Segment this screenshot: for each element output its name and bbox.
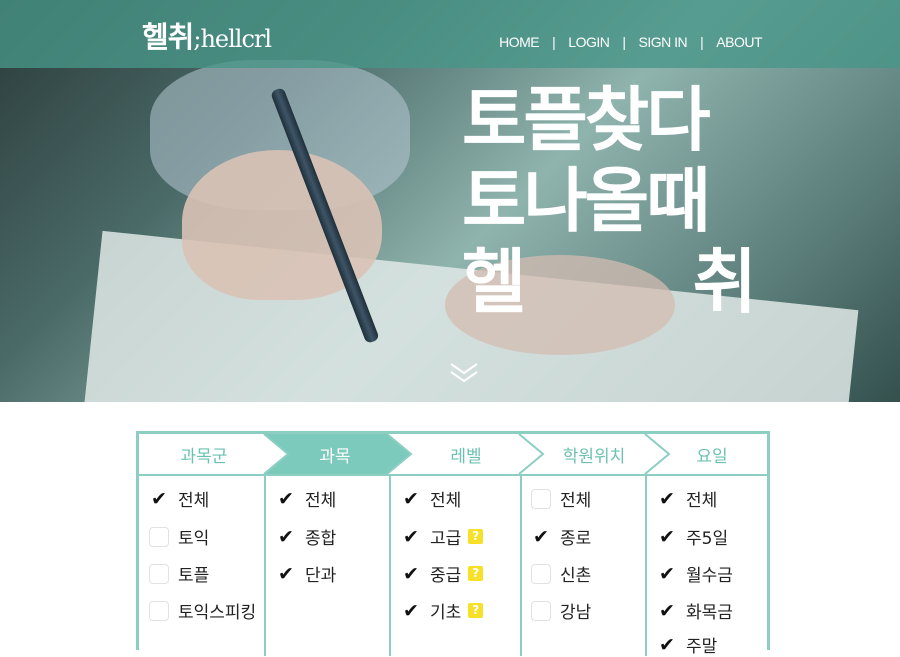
checkbox-empty[interactable] xyxy=(531,600,551,621)
main-nav: HOME | LOGIN | SIGN IN | ABOUT xyxy=(499,34,762,50)
filter-option[interactable]: ✔ 단과 xyxy=(276,561,337,587)
headline-word-chwi: 취 xyxy=(692,241,757,323)
checkmark-icon[interactable]: ✔ xyxy=(657,526,677,548)
filter-option[interactable]: ✔ 고급? xyxy=(401,524,484,549)
filter-option-label: 토익스피킹 xyxy=(178,603,257,623)
headline-line-1: 토플찾다 xyxy=(462,79,711,161)
filter-option-label: 전체 xyxy=(686,491,718,511)
checkbox-empty[interactable] xyxy=(149,526,169,547)
headline-line-2: 토나올때 xyxy=(462,160,711,242)
help-icon[interactable]: ? xyxy=(468,603,484,618)
filter-option[interactable]: ✔ 주말 xyxy=(657,632,717,657)
filter-option[interactable]: 토익스피킹 xyxy=(149,598,256,623)
filter-option-label: 전체 xyxy=(305,491,337,511)
checkmark-icon[interactable]: ✔ xyxy=(276,488,296,510)
filter-option[interactable]: ✔ 화목금 xyxy=(657,598,733,624)
nav-about-link[interactable]: ABOUT xyxy=(716,34,762,50)
checkmark-icon[interactable]: ✔ xyxy=(149,488,169,510)
filter-option-label: 전체 xyxy=(178,491,210,511)
nav-login-link[interactable]: LOGIN xyxy=(568,34,610,50)
filter-option-label: 주말 xyxy=(686,637,718,657)
checkbox-empty[interactable] xyxy=(531,488,551,509)
logo-sub-text: ;hellcrl xyxy=(193,25,272,53)
nav-separator: | xyxy=(552,34,556,50)
checkmark-icon[interactable]: ✔ xyxy=(531,526,551,548)
filter-option-label: 중급 xyxy=(430,566,462,586)
help-icon[interactable]: ? xyxy=(468,529,484,544)
nav-separator: | xyxy=(622,34,626,50)
filter-option[interactable]: ✔ 종합 xyxy=(276,524,337,550)
filter-option[interactable]: ✔ 월수금 xyxy=(657,561,733,587)
headline-word-hel: 헬 xyxy=(462,241,526,323)
filter-option-label: 전체 xyxy=(560,491,592,511)
filter-option[interactable]: ✔ 기초? xyxy=(401,598,484,623)
site-logo[interactable]: 헬취;hellcrl xyxy=(142,14,272,56)
filter-option-label: 주5일 xyxy=(686,529,729,549)
nav-separator: | xyxy=(700,34,704,50)
hero-banner: 헬취;hellcrl HOME | LOGIN | SIGN IN | ABOU… xyxy=(0,0,900,402)
checkmark-icon[interactable]: ✔ xyxy=(276,526,296,548)
filter-option-label: 신촌 xyxy=(560,566,592,586)
filter-option-label: 화목금 xyxy=(686,603,733,623)
filter-option[interactable]: 토익 xyxy=(149,524,209,549)
checkbox-empty[interactable] xyxy=(149,600,169,621)
checkmark-icon[interactable]: ✔ xyxy=(657,488,677,510)
filter-option[interactable]: 토플 xyxy=(149,561,209,586)
filter-option-label: 토익 xyxy=(178,529,210,549)
checkmark-icon[interactable]: ✔ xyxy=(657,563,677,585)
filter-option-label: 전체 xyxy=(430,491,462,511)
filter-option-label: 종로 xyxy=(560,529,592,549)
filter-option[interactable]: ✔ 전체 xyxy=(657,486,718,512)
checkmark-icon[interactable]: ✔ xyxy=(401,563,421,585)
checkmark-icon[interactable]: ✔ xyxy=(401,526,421,548)
nav-signin-link[interactable]: SIGN IN xyxy=(639,34,688,50)
tab-weekday[interactable]: 요일 xyxy=(659,434,765,474)
filter-option[interactable]: 신촌 xyxy=(531,561,591,586)
filter-option-label: 강남 xyxy=(560,603,592,623)
checkmark-icon[interactable]: ✔ xyxy=(401,488,421,510)
filter-option-label: 토플 xyxy=(178,566,210,586)
headline-line-3: 헬 취 xyxy=(462,241,757,323)
filter-option[interactable]: 전체 xyxy=(531,486,591,511)
filter-option[interactable]: ✔ 중급? xyxy=(401,561,484,586)
top-navigation-bar: 헬취;hellcrl HOME | LOGIN | SIGN IN | ABOU… xyxy=(0,0,900,68)
tab-location[interactable]: 학원위치 xyxy=(529,434,659,474)
filter-panel: 과목군 과목 레벨 학원위치 요일 ✔ 전체 토익 토플 토익스피킹 ✔ 전체 ✔ 종합 ✔ 단과 ✔… xyxy=(136,431,770,657)
hero-headline: 토플찾다 토나올때 헬 취 xyxy=(462,80,762,323)
help-icon[interactable]: ? xyxy=(468,566,484,581)
checkmark-icon[interactable]: ✔ xyxy=(401,600,421,622)
filter-option-label: 고급 xyxy=(430,529,462,549)
tab-level[interactable]: 레벨 xyxy=(401,434,531,474)
filter-option[interactable]: ✔ 종로 xyxy=(531,524,592,550)
filter-option[interactable]: ✔ 전체 xyxy=(149,486,210,512)
checkbox-empty[interactable] xyxy=(149,563,169,584)
checkmark-icon[interactable]: ✔ xyxy=(657,600,677,622)
filter-option-label: 종합 xyxy=(305,529,337,549)
tab-subject-group[interactable]: 과목군 xyxy=(139,434,269,474)
filter-option[interactable]: ✔ 전체 xyxy=(401,486,462,512)
checkmark-icon[interactable]: ✔ xyxy=(657,634,677,656)
logo-main-text: 헬취 xyxy=(142,20,194,54)
checkbox-empty[interactable] xyxy=(531,563,551,584)
filter-option[interactable]: ✔ 전체 xyxy=(276,486,337,512)
double-chevron-down-icon[interactable] xyxy=(449,361,479,385)
filter-option[interactable]: ✔ 주5일 xyxy=(657,524,729,550)
checkmark-icon[interactable]: ✔ xyxy=(276,563,296,585)
nav-home-link[interactable]: HOME xyxy=(499,34,540,50)
filter-option-label: 기초 xyxy=(430,603,462,623)
filter-option[interactable]: 강남 xyxy=(531,598,591,623)
filter-option-label: 단과 xyxy=(305,566,337,586)
filter-option-label: 월수금 xyxy=(686,566,733,586)
tab-subject[interactable]: 과목 xyxy=(275,434,395,474)
